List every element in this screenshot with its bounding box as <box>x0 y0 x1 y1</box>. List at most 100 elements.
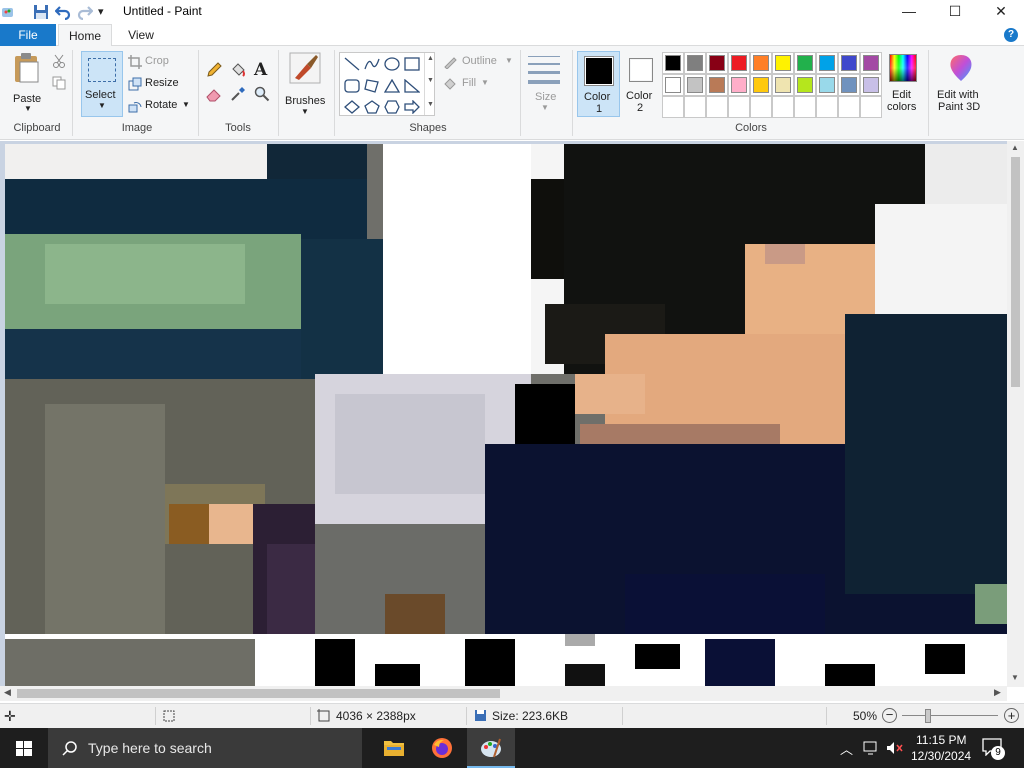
palette-swatch[interactable] <box>684 96 706 118</box>
horizontal-scrollbar[interactable]: ◀ ▶ <box>0 686 1007 701</box>
palette-swatch[interactable] <box>816 74 838 96</box>
palette-swatch[interactable] <box>794 96 816 118</box>
tab-home[interactable]: Home <box>58 24 112 47</box>
color2-button[interactable]: Color 2 <box>622 51 660 117</box>
picture-canvas[interactable] <box>5 144 1007 687</box>
palette-swatch[interactable] <box>662 74 684 96</box>
brushes-button[interactable]: Brushes ▼ <box>283 50 329 116</box>
paint-taskbar-button[interactable] <box>467 728 515 768</box>
show-hidden-icons-icon[interactable]: ︿ <box>840 739 853 758</box>
crop-button[interactable]: Crop <box>128 54 184 70</box>
palette-swatch[interactable] <box>728 96 750 118</box>
zoom-slider-track[interactable] <box>902 715 998 716</box>
palette-swatch[interactable] <box>684 52 706 74</box>
line-shape-icon[interactable] <box>344 57 360 71</box>
pencil-icon[interactable] <box>206 62 222 78</box>
palette-swatch[interactable] <box>838 74 860 96</box>
tab-view[interactable]: View <box>114 24 168 46</box>
color-picker-icon[interactable] <box>230 86 246 102</box>
edit-with-paint3d-button[interactable]: Edit with Paint 3D <box>933 51 989 117</box>
zoom-out-button[interactable]: − <box>882 708 897 723</box>
pentagon-shape-icon[interactable] <box>364 100 380 114</box>
maximize-button[interactable]: ☐ <box>932 0 978 24</box>
clock-date[interactable]: 12/30/2024 <box>911 749 971 763</box>
polygon-shape-icon[interactable] <box>364 79 380 93</box>
palette-swatch[interactable] <box>860 52 882 74</box>
start-button[interactable] <box>0 728 48 768</box>
size-button[interactable]: Size ▼ <box>526 52 566 116</box>
vertical-scrollbar[interactable]: ▲ ▼ <box>1007 141 1024 687</box>
palette-swatch[interactable] <box>662 96 684 118</box>
rounded-rectangle-shape-icon[interactable] <box>344 79 360 93</box>
notification-center-button[interactable]: 9 <box>982 736 1006 760</box>
help-icon[interactable]: ? <box>1004 28 1018 42</box>
fill-button[interactable]: Fill ▼ <box>443 76 497 92</box>
paste-button[interactable]: Paste ▼ <box>6 50 48 116</box>
select-button[interactable]: Select ▼ <box>81 51 123 117</box>
close-button[interactable]: ✕ <box>978 0 1024 24</box>
palette-swatch[interactable] <box>728 52 750 74</box>
magnifier-icon[interactable] <box>254 86 270 102</box>
color1-button[interactable]: Color 1 <box>577 51 620 117</box>
palette-swatch[interactable] <box>728 74 750 96</box>
palette-swatch[interactable] <box>794 74 816 96</box>
taskbar-search-box[interactable]: Type here to search <box>48 728 362 768</box>
palette-swatch[interactable] <box>860 74 882 96</box>
expand-gallery-icon[interactable]: ▼ <box>427 101 434 108</box>
palette-swatch[interactable] <box>838 96 860 118</box>
palette-swatch[interactable] <box>706 96 728 118</box>
right-triangle-shape-icon[interactable] <box>404 79 420 93</box>
rectangle-shape-icon[interactable] <box>404 57 420 71</box>
scroll-up-arrow-icon[interactable]: ▲ <box>1011 143 1019 152</box>
rotate-button[interactable]: Rotate ▼ <box>128 98 192 114</box>
network-icon[interactable] <box>863 741 879 755</box>
palette-swatch[interactable] <box>750 96 772 118</box>
text-tool-icon[interactable]: A <box>254 60 267 80</box>
scroll-down-icon[interactable]: ▼ <box>427 77 434 84</box>
file-explorer-taskbar-button[interactable] <box>370 728 418 768</box>
minimize-button[interactable]: — <box>886 0 932 24</box>
palette-swatch[interactable] <box>750 52 772 74</box>
zoom-slider-thumb[interactable] <box>925 709 931 723</box>
palette-swatch[interactable] <box>772 96 794 118</box>
hexagon-shape-icon[interactable] <box>384 100 400 114</box>
volume-muted-icon[interactable] <box>886 741 904 755</box>
save-icon[interactable] <box>33 3 51 21</box>
undo-icon[interactable] <box>54 3 73 21</box>
palette-swatch[interactable] <box>772 74 794 96</box>
shapes-scroll[interactable]: ▲ ▼ ▼ <box>424 53 435 115</box>
eraser-icon[interactable] <box>206 86 222 102</box>
palette-swatch[interactable] <box>772 52 794 74</box>
outline-button[interactable]: Outline ▼ <box>443 54 517 70</box>
palette-swatch[interactable] <box>816 96 838 118</box>
palette-swatch[interactable] <box>706 52 728 74</box>
oval-shape-icon[interactable] <box>384 57 400 71</box>
scroll-up-icon[interactable]: ▲ <box>427 55 434 62</box>
scroll-right-arrow-icon[interactable]: ▶ <box>994 687 1001 698</box>
scroll-down-arrow-icon[interactable]: ▼ <box>1011 673 1019 682</box>
palette-swatch[interactable] <box>794 52 816 74</box>
palette-swatch[interactable] <box>684 74 706 96</box>
cut-icon[interactable] <box>52 54 66 68</box>
palette-swatch[interactable] <box>662 52 684 74</box>
curve-shape-icon[interactable] <box>364 57 380 71</box>
vertical-scroll-thumb[interactable] <box>1011 157 1020 387</box>
tab-file[interactable]: File <box>0 24 56 46</box>
palette-swatch[interactable] <box>860 96 882 118</box>
scroll-left-arrow-icon[interactable]: ◀ <box>4 687 11 698</box>
resize-button[interactable]: Resize <box>128 76 188 92</box>
copy-icon[interactable] <box>52 76 66 90</box>
customize-quick-access-icon[interactable]: ▾ <box>98 5 116 23</box>
zoom-in-button[interactable]: + <box>1004 708 1019 723</box>
clock-time[interactable]: 11:15 PM <box>916 733 966 747</box>
edit-colors-button[interactable]: Edit colors <box>883 51 923 117</box>
diamond-shape-icon[interactable] <box>344 100 360 114</box>
palette-swatch[interactable] <box>706 74 728 96</box>
palette-swatch[interactable] <box>838 52 860 74</box>
palette-swatch[interactable] <box>816 52 838 74</box>
horizontal-scroll-thumb[interactable] <box>17 689 500 698</box>
palette-swatch[interactable] <box>750 74 772 96</box>
redo-icon[interactable] <box>77 3 95 21</box>
right-arrow-shape-icon[interactable] <box>404 100 420 114</box>
firefox-taskbar-button[interactable] <box>418 728 466 768</box>
